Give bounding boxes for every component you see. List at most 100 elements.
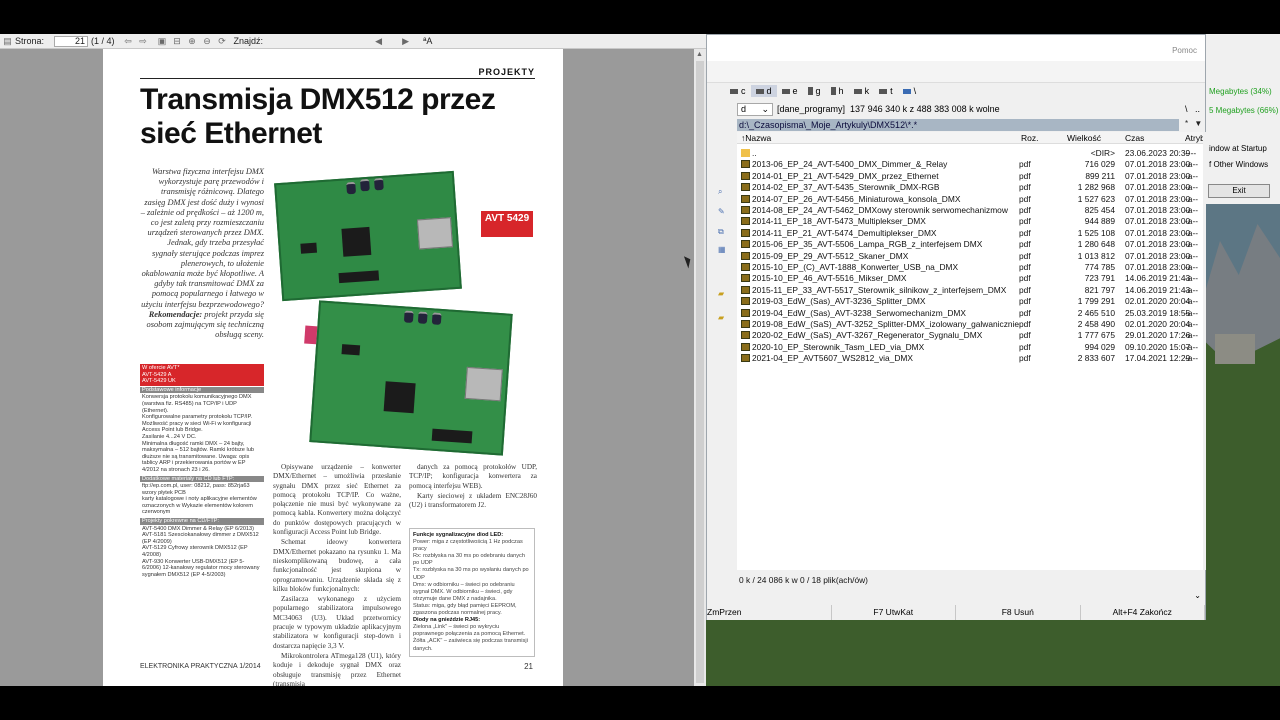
pdf-file-icon bbox=[741, 263, 750, 271]
drive-k[interactable]: k bbox=[849, 85, 875, 97]
background-rock bbox=[1215, 334, 1255, 364]
callout-item: Rx: rozbłyska na 30 ms po odebraniu dany… bbox=[413, 553, 525, 567]
file-date: 02.01.2020 20:04 bbox=[1125, 296, 1191, 307]
spec-related: AVT-5181 Szesciokanałowy dimmer z DMX512… bbox=[142, 532, 259, 545]
file-row[interactable]: 2014-11_EP_21_AVT-5474_Demultiplekser_DM… bbox=[737, 228, 1203, 239]
callout-head: Diody na gnieździe RJ45: bbox=[413, 617, 481, 624]
copy-icon[interactable]: ⧉ bbox=[718, 227, 728, 236]
drive-t[interactable]: t bbox=[874, 85, 898, 97]
drive-network[interactable]: \ bbox=[898, 85, 922, 97]
exit-button[interactable]: Exit bbox=[1208, 184, 1270, 198]
file-ext: pdf bbox=[1019, 216, 1031, 227]
fit-width-icon[interactable]: ⊟ bbox=[172, 36, 183, 46]
drive-select[interactable]: d ⌄ bbox=[737, 102, 773, 116]
file-row[interactable]: 2020-02_EdW_(SaS)_AVT-3267_Regenerator_S… bbox=[737, 330, 1203, 341]
pages-icon[interactable]: ▤ bbox=[2, 36, 13, 46]
page-number-input[interactable]: 21 bbox=[54, 35, 89, 47]
option-other-windows[interactable]: f Other Windows bbox=[1209, 160, 1268, 169]
column-header-ext[interactable]: Roz. bbox=[1021, 132, 1038, 144]
file-size: 1 777 675 bbox=[1077, 330, 1115, 341]
drive-h[interactable]: h bbox=[826, 85, 849, 97]
body-column-2: Opisywane urządzenie – konwerter DMX/Eth… bbox=[273, 463, 401, 686]
zoom-out-icon[interactable]: ⊖ bbox=[202, 36, 213, 46]
file-row[interactable]: 2015-10_EP_(C)_AVT-1888_Konwerter_USB_na… bbox=[737, 262, 1203, 273]
file-name-cell: 2014-07_EP_26_AVT-5456_Miniaturowa_konso… bbox=[741, 194, 1019, 205]
file-row[interactable]: 2014-02_EP_37_AVT-5435_Sterownik_DMX-RGB… bbox=[737, 182, 1203, 193]
drive-c[interactable]: c bbox=[725, 85, 751, 97]
root-button[interactable]: \ bbox=[1185, 104, 1188, 114]
paragraph: Mikrokontrolera ATmega128 (U1), który ko… bbox=[273, 651, 401, 686]
history-star-button[interactable]: * bbox=[1185, 119, 1188, 128]
file-row[interactable]: 2021-04_EP_AVT5607_WS2812_via_DMX pdf 2 83… bbox=[737, 353, 1203, 364]
option-startup[interactable]: indow at Startup bbox=[1209, 144, 1267, 153]
history-dropdown-button[interactable]: ▼ bbox=[1194, 119, 1202, 128]
file-name: 2015-06_EP_35_AVT-5506_Lampa_RGB_z_inter… bbox=[752, 239, 983, 250]
prev-page-icon[interactable]: ⇦ bbox=[123, 36, 134, 46]
file-row[interactable]: 2014-11_EP_18_AVT-5473_Multiplekser_DMX p… bbox=[737, 216, 1203, 227]
file-size: 2 458 490 bbox=[1077, 319, 1115, 329]
file-row[interactable]: 2015-10_EP_46_AVT-5516_Mikser_DMX pdf 723 … bbox=[737, 273, 1203, 284]
fkey-move[interactable]: ZmPrzen bbox=[707, 605, 832, 620]
menu-help[interactable]: Pomoc bbox=[1172, 46, 1197, 55]
file-size: 1 280 648 bbox=[1077, 239, 1115, 250]
file-row[interactable]: .. <DIR> 23.06.2023 20:39 ---- bbox=[737, 148, 1203, 159]
spec-box: W ofercie AVT* AVT-5429 A AVT-5429 UK Po… bbox=[140, 364, 264, 579]
file-name: 2014-11_EP_18_AVT-5473_Multiplekser_DMX bbox=[752, 216, 926, 227]
drive-e[interactable]: e bbox=[777, 85, 803, 97]
spec-head-line: W ofercie AVT* bbox=[142, 365, 180, 371]
file-list-scrollbar[interactable] bbox=[1203, 132, 1206, 570]
parent-button[interactable]: .. bbox=[1195, 104, 1200, 114]
drive-label: d bbox=[766, 86, 772, 96]
find-prev-icon[interactable]: ◀ bbox=[373, 36, 384, 46]
file-row[interactable]: 2015-06_EP_35_AVT-5506_Lampa_RGB_z_inter… bbox=[737, 239, 1203, 250]
file-row[interactable]: 2014-07_EP_26_AVT-5456_Miniaturowa_konso… bbox=[737, 194, 1203, 205]
find-next-icon[interactable]: ▶ bbox=[400, 36, 411, 46]
column-header-attr[interactable]: Atryb bbox=[1185, 132, 1205, 144]
scroll-thumb[interactable] bbox=[696, 61, 704, 683]
file-name-cell: 2014-11_EP_21_AVT-5474_Demultiplekser_DM… bbox=[741, 228, 1019, 239]
file-name: 2020-02_EdW_(SaS)_AVT-3267_Regenerator_S… bbox=[752, 330, 983, 341]
drive-g[interactable]: g bbox=[803, 85, 826, 97]
zoom-in-icon[interactable]: ⊕ bbox=[187, 36, 198, 46]
compare-icon[interactable]: ▦ bbox=[718, 245, 728, 254]
file-ext: pdf bbox=[1019, 239, 1031, 250]
column-header-size[interactable]: Wielkość bbox=[1067, 132, 1101, 144]
column-header-date[interactable]: Czas bbox=[1125, 132, 1144, 144]
file-date: 07.01.2018 23:00 bbox=[1125, 159, 1191, 170]
scroll-up-icon[interactable]: ▲ bbox=[696, 51, 703, 58]
file-row[interactable]: 2015-09_EP_29_AVT-5512_Skaner_DMX pdf 1 01… bbox=[737, 251, 1203, 262]
fit-page-icon[interactable]: ▣ bbox=[157, 36, 168, 46]
file-size: 825 454 bbox=[1084, 205, 1115, 215]
pdf-vertical-scrollbar[interactable]: ▲ bbox=[694, 49, 706, 686]
chevron-down-icon[interactable]: ⌄ bbox=[1194, 591, 1201, 600]
drive-icon bbox=[853, 88, 862, 94]
file-row[interactable]: 2019-03_EdW_(Sas)_AVT-3236_Splitter_DMX p… bbox=[737, 296, 1203, 307]
drive-d[interactable]: d bbox=[750, 85, 777, 97]
next-page-icon[interactable]: ⇨ bbox=[138, 36, 149, 46]
file-row[interactable]: 2020-10_EP_Sterownik_Tasm_LED_via_DMX pdf… bbox=[737, 342, 1203, 353]
drive-icon bbox=[807, 87, 813, 95]
column-header-name[interactable]: ↑Nazwa bbox=[741, 132, 771, 144]
file-ext: pdf bbox=[1019, 296, 1031, 307]
spec-item: karty katalogowe i noty aplikacyjne elem… bbox=[142, 496, 257, 516]
folder-star-icon[interactable]: ▰ bbox=[718, 313, 728, 322]
match-case-icon[interactable]: ªA bbox=[423, 36, 432, 46]
file-name: 2021-04_EP_AVT5607_WS2812_via_DMX bbox=[752, 353, 913, 364]
fkey-mkdir[interactable]: F7 UtwKat bbox=[831, 605, 956, 620]
current-path[interactable]: d:\_Czasopisma\_Moje_Artykuly\DMX512\*.* bbox=[737, 119, 1179, 131]
file-size: 716 029 bbox=[1084, 159, 1115, 170]
file-row[interactable]: 2014-08_EP_24_AVT-5462_DMXowy sterownik … bbox=[737, 205, 1203, 216]
file-name-cell: 2015-11_EP_33_AVT-5517_Sterownik_silniko… bbox=[741, 285, 1019, 296]
rotate-icon[interactable]: ⟳ bbox=[217, 36, 228, 46]
command-line[interactable]: ⌄ bbox=[707, 589, 1205, 603]
file-row[interactable]: 2019-08_EdW_(SaS)_AVT-3252_Splitter-DMX_… bbox=[737, 319, 1203, 330]
file-row[interactable]: 2013-06_EP_24_AVT-5400_DMX_Dimmer_&_Rela… bbox=[737, 159, 1203, 170]
search-icon[interactable]: ⌕ bbox=[718, 187, 728, 196]
file-row[interactable]: 2019-04_EdW_(Sas)_AVT-3238_Serwomechaniz… bbox=[737, 308, 1203, 319]
folder-icon[interactable]: ▰ bbox=[718, 289, 728, 298]
file-row[interactable]: 2014-01_EP_21_AVT-5429_DMX_przez_Etherne… bbox=[737, 171, 1203, 182]
fkey-exit[interactable]: Alt+F4 Zakończ bbox=[1080, 605, 1205, 620]
edit-icon[interactable]: ✎ bbox=[718, 207, 728, 216]
fkey-delete[interactable]: F8 Usuń bbox=[956, 605, 1081, 620]
file-row[interactable]: 2015-11_EP_33_AVT-5517_Sterownik_silniko… bbox=[737, 285, 1203, 296]
